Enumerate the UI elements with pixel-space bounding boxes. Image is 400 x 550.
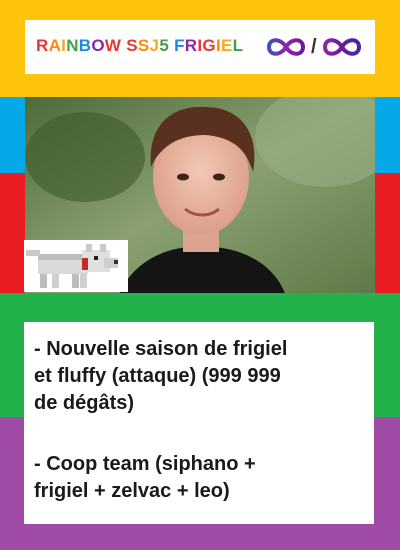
ability-1-line-1: - Nouvelle saison de frigiel <box>34 338 288 360</box>
stats: / <box>265 31 363 63</box>
ability-1-line-2: et fluffy (attaque) (999 999 <box>34 365 281 387</box>
ability-2-line-2: frigiel + zelvac + leo) <box>34 480 230 502</box>
card: RAINBOW SSJ5 FRIGIEL / - Nouvelle saison… <box>0 0 400 550</box>
ability-1-line-3: de dégâts) <box>34 392 135 414</box>
wolf-icon <box>24 240 128 292</box>
title-box: RAINBOW SSJ5 FRIGIEL / <box>25 20 375 74</box>
infinity-icon <box>321 34 363 60</box>
card-title: RAINBOW SSJ5 FRIGIEL <box>36 36 244 55</box>
stats-separator: / <box>311 35 317 58</box>
infinity-icon <box>265 34 307 60</box>
ability-2-line-1: - Coop team (siphano + <box>34 453 256 475</box>
description-box: - Nouvelle saison de frigiel et fluffy (… <box>24 322 374 524</box>
